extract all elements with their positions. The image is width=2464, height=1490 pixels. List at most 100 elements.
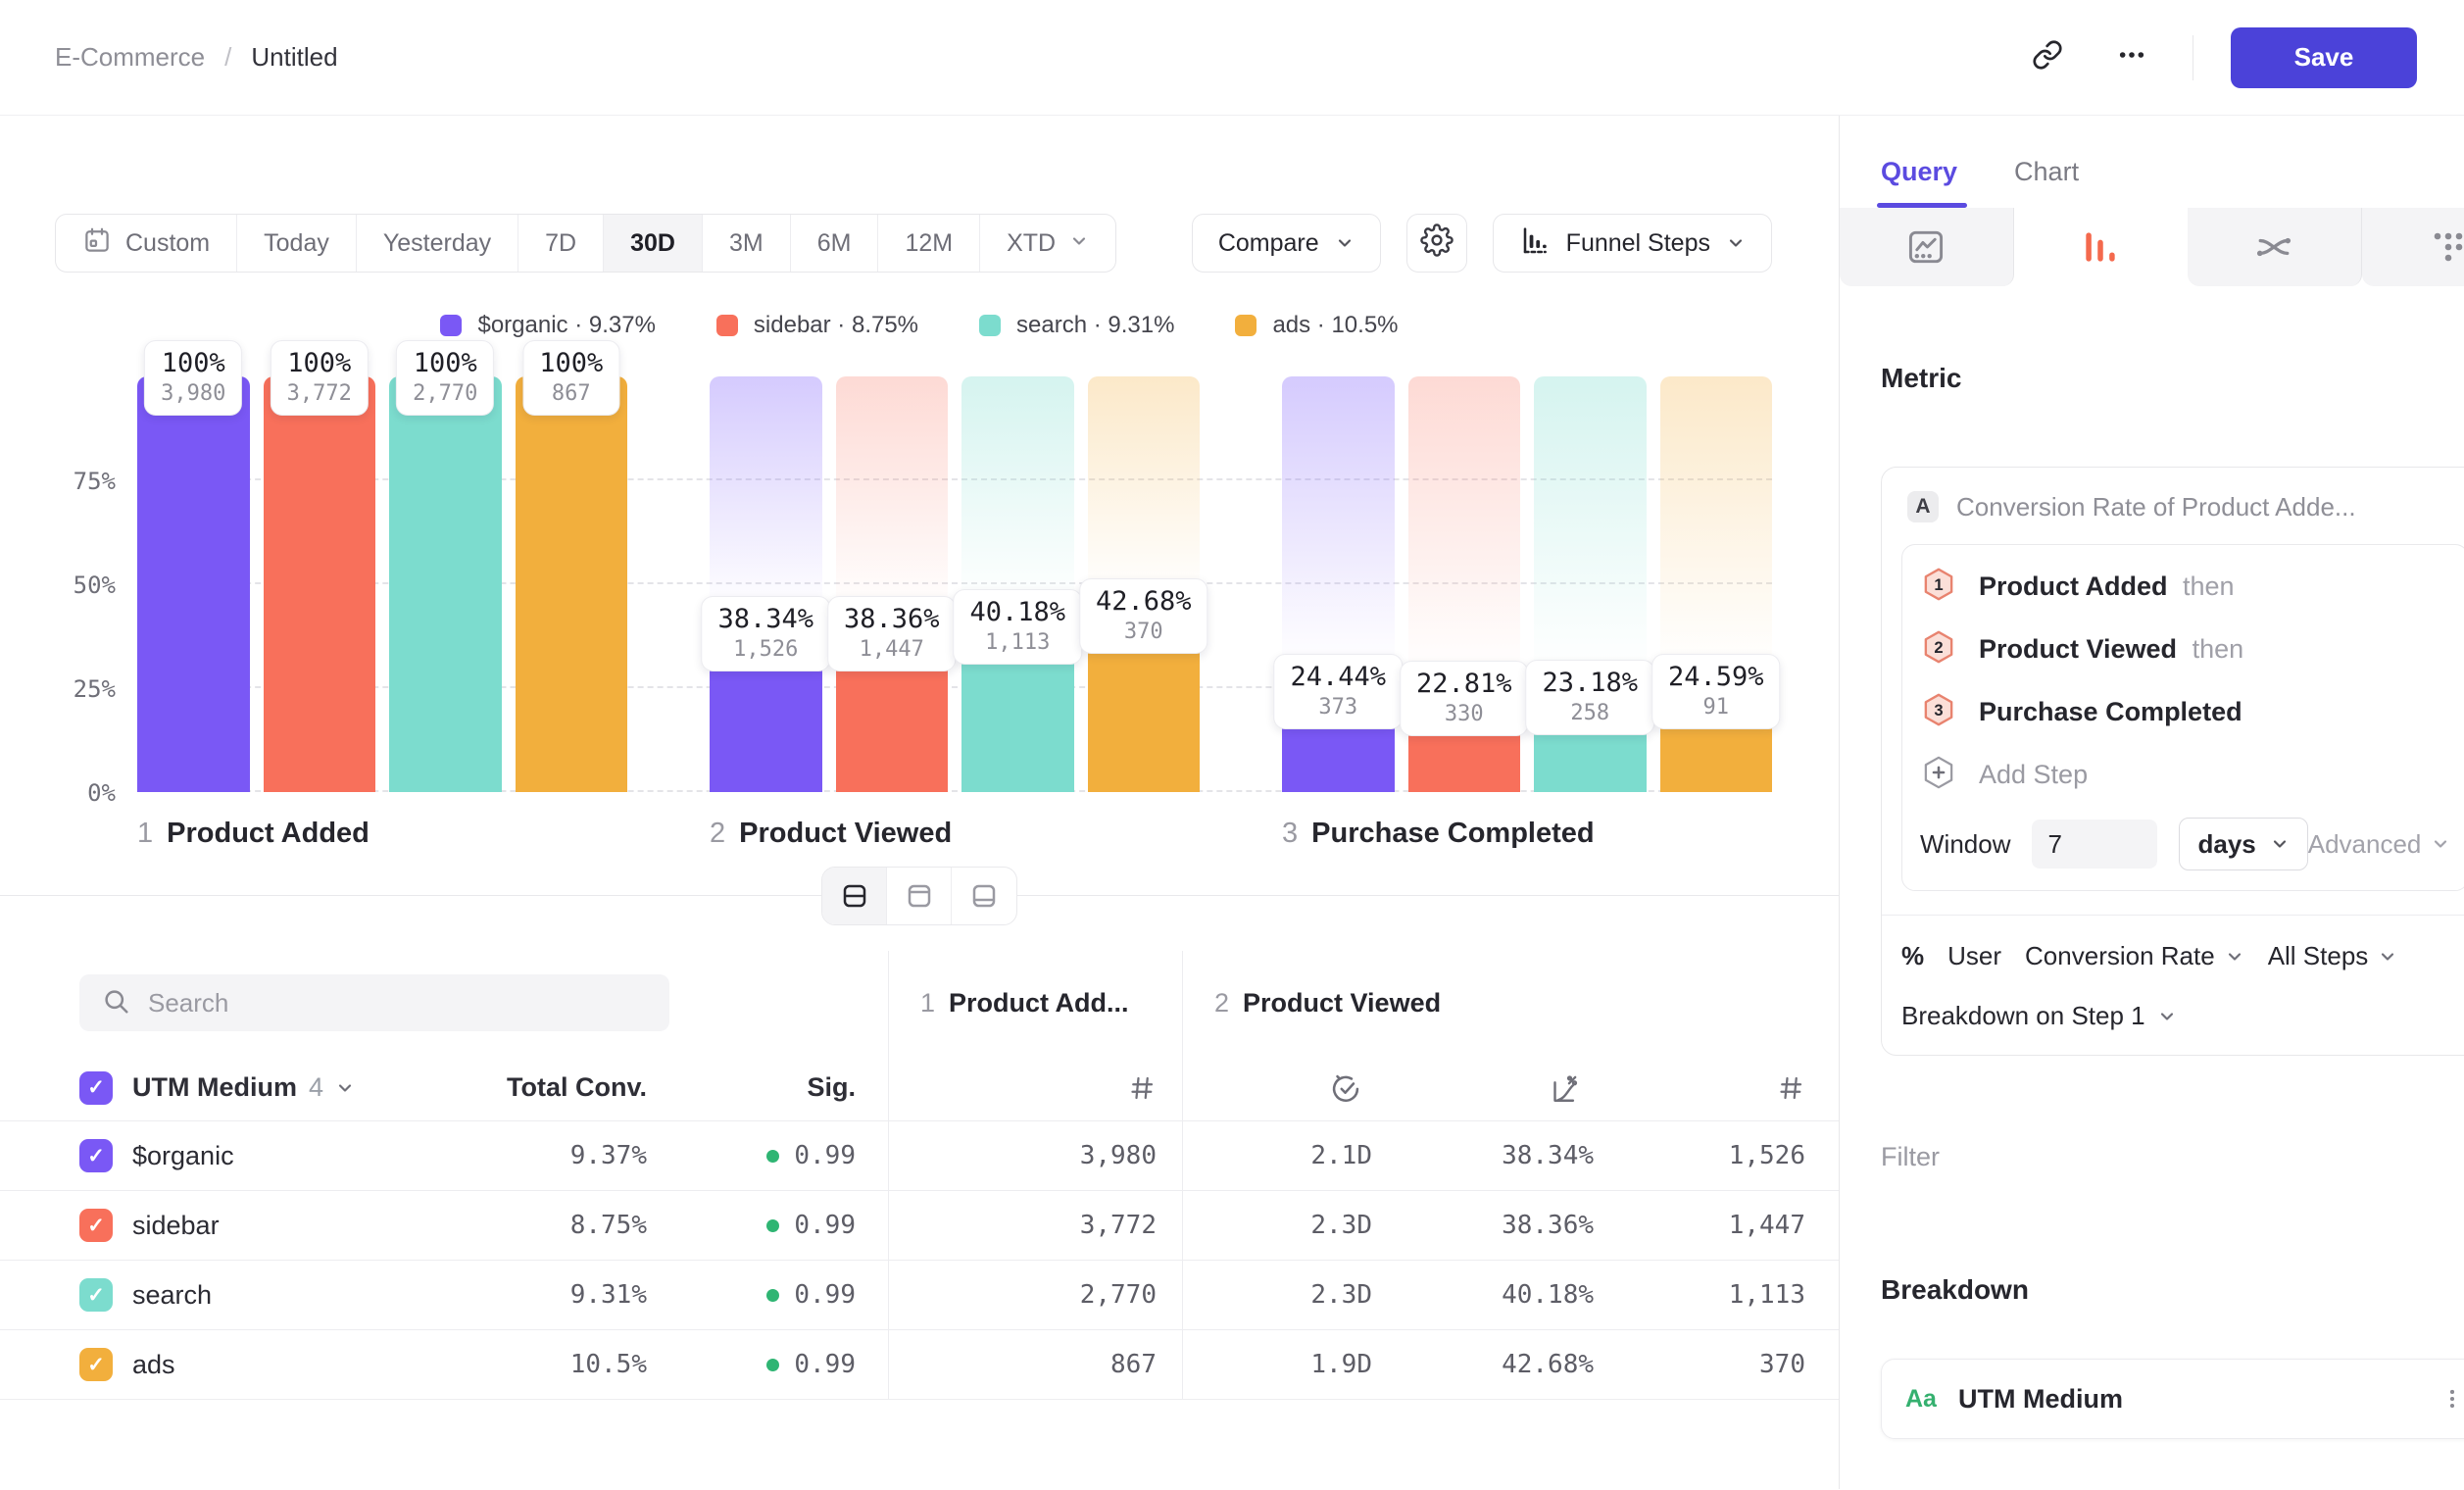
percent-icon: % xyxy=(1901,941,1924,971)
report-type-retention[interactable] xyxy=(2362,208,2464,286)
range-tab-7d[interactable]: 7D xyxy=(518,215,604,272)
funnel-bar-sidebar[interactable]: 38.36%1,447 xyxy=(836,376,949,792)
row-step1-count: 867 xyxy=(888,1330,1182,1399)
search-icon xyxy=(101,986,130,1020)
breakdown-on-selector[interactable]: Breakdown on Step 1 xyxy=(1901,1001,2464,1031)
breadcrumb: E-Commerce / Untitled xyxy=(55,42,338,73)
row-name: sidebar xyxy=(132,1211,220,1241)
card-divider xyxy=(1882,915,2464,916)
ghost-bar xyxy=(1660,376,1773,690)
advanced-toggle[interactable]: Advanced xyxy=(2308,829,2451,860)
avg-time-icon[interactable] xyxy=(1182,1055,1372,1120)
range-tab-6m[interactable]: 6M xyxy=(791,215,879,272)
select-all-checkbox[interactable]: ✓ xyxy=(79,1071,113,1105)
query-step-2[interactable]: 2Product Viewed then xyxy=(1920,618,2450,680)
breakdown-item-menu[interactable] xyxy=(2439,1386,2464,1412)
breakdown-column-header[interactable]: UTM Medium 4 xyxy=(132,1072,355,1103)
chart-settings-button[interactable] xyxy=(1406,214,1467,273)
funnel-bar-search[interactable]: 100%2,770 xyxy=(389,376,502,792)
panel-tab-chart[interactable]: Chart xyxy=(2014,155,2079,208)
add-step-button[interactable]: Add Step xyxy=(1920,743,2450,806)
bar-value-label: 24.44%373 xyxy=(1273,654,1403,729)
range-tab-30d[interactable]: 30D xyxy=(604,215,703,272)
row-checkbox[interactable]: ✓ xyxy=(79,1139,113,1172)
range-tab-yesterday[interactable]: Yesterday xyxy=(357,215,518,272)
table-row[interactable]: ✓sidebar8.75%0.993,7722.3D38.36%1,447 xyxy=(0,1191,1839,1261)
bar-groups: 100%3,980100%3,772100%2,770100%867 38.34%… xyxy=(137,376,1772,792)
view-toggle-split-horizontal[interactable] xyxy=(822,868,887,924)
table-search[interactable] xyxy=(79,974,669,1031)
funnel-bar-search[interactable]: 40.18%1,113 xyxy=(961,376,1074,792)
split-horizontal-icon xyxy=(839,881,870,911)
window-value-input[interactable] xyxy=(2032,820,2157,869)
table-row[interactable]: ✓ads10.5%0.998671.9D42.68%370 xyxy=(0,1330,1839,1400)
insights-icon xyxy=(1904,225,1947,269)
legend-item[interactable]: ads · 10.5% xyxy=(1235,312,1398,339)
legend-item[interactable]: $organic · 9.37% xyxy=(440,312,655,339)
range-tab-3m[interactable]: 3M xyxy=(703,215,791,272)
bar-value-label: 24.59%91 xyxy=(1651,654,1781,729)
steps-scope-selector[interactable]: All Steps xyxy=(2268,941,2398,971)
report-type-flows[interactable] xyxy=(2188,208,2362,286)
view-toggle-chart-only[interactable] xyxy=(887,868,952,924)
funnel-bar-search[interactable]: 23.18%258 xyxy=(1534,376,1647,792)
legend-item[interactable]: sidebar · 8.75% xyxy=(716,312,918,339)
measurement-selector[interactable]: Conversion Rate xyxy=(2025,941,2244,971)
chevron-down-icon xyxy=(1069,231,1089,251)
funnel-bar-sidebar[interactable]: 22.81%330 xyxy=(1408,376,1521,792)
chevron-down-icon xyxy=(1726,233,1746,253)
row-sig: 0.99 xyxy=(647,1191,888,1260)
legend-item[interactable]: search · 9.31% xyxy=(979,312,1174,339)
window-unit-select[interactable]: days xyxy=(2179,818,2307,870)
query-step-1[interactable]: 1Product Added then xyxy=(1920,555,2450,618)
row-checkbox[interactable]: ✓ xyxy=(79,1348,113,1381)
metric-title[interactable]: Conversion Rate of Product Adde... xyxy=(1956,492,2356,522)
view-toggle-table-only[interactable] xyxy=(952,868,1016,924)
retention-icon xyxy=(2427,225,2464,269)
date-range-tabs: CustomTodayYesterday7D30D3M6M12MXTD xyxy=(55,214,1116,273)
y-tick-label: 25% xyxy=(55,675,116,703)
breakdown-item[interactable]: Aa UTM Medium xyxy=(1881,1359,2464,1439)
share-link-button[interactable] xyxy=(2024,34,2071,81)
conv-rate-icon[interactable] xyxy=(1372,1055,1594,1120)
funnel-bar-$organic[interactable]: 24.44%373 xyxy=(1282,376,1395,792)
bar-value-label: 23.18%258 xyxy=(1525,660,1654,735)
sig-header[interactable]: Sig. xyxy=(647,1055,888,1120)
funnel-bar-ads[interactable]: 24.59%91 xyxy=(1660,376,1773,792)
table-row[interactable]: ✓search9.31%0.992,7702.3D40.18%1,113 xyxy=(0,1261,1839,1330)
step-group: 38.34%1,52638.36%1,44740.18%1,11342.68%3… xyxy=(710,376,1200,792)
row-checkbox[interactable]: ✓ xyxy=(79,1278,113,1312)
panel-tab-query[interactable]: Query xyxy=(1881,155,1957,208)
report-type-insights[interactable] xyxy=(1840,208,2014,286)
y-tick-label: 75% xyxy=(55,468,116,495)
more-options-button[interactable] xyxy=(2108,34,2155,81)
search-input[interactable] xyxy=(148,988,618,1018)
funnel-bar-sidebar[interactable]: 100%3,772 xyxy=(264,376,376,792)
count-icon[interactable] xyxy=(1594,1055,1840,1120)
funnel-bar-ads[interactable]: 42.68%370 xyxy=(1088,376,1201,792)
funnel-bar-$organic[interactable]: 100%3,980 xyxy=(137,376,250,792)
report-type-funnel[interactable] xyxy=(2014,208,2188,286)
ghost-bar xyxy=(710,376,822,632)
row-checkbox[interactable]: ✓ xyxy=(79,1209,113,1242)
table-row[interactable]: ✓$organic9.37%0.993,9802.1D38.34%1,526 xyxy=(0,1121,1839,1191)
funnel-bar-$organic[interactable]: 38.34%1,526 xyxy=(710,376,822,792)
layout-view-toggle xyxy=(821,867,1017,925)
breadcrumb-project[interactable]: E-Commerce xyxy=(55,42,205,73)
chart-type-selector[interactable]: Funnel Steps xyxy=(1493,214,1772,273)
total-conv-header[interactable]: Total Conv. xyxy=(451,1055,647,1120)
range-tab-today[interactable]: Today xyxy=(237,215,357,272)
breadcrumb-report-title[interactable]: Untitled xyxy=(251,42,337,73)
query-step-3[interactable]: 3Purchase Completed xyxy=(1920,680,2450,743)
range-tab-custom[interactable]: Custom xyxy=(56,215,237,272)
report-canvas: CustomTodayYesterday7D30D3M6M12MXTD Comp… xyxy=(0,116,1840,1489)
compare-button[interactable]: Compare xyxy=(1192,214,1381,273)
entity-selector[interactable]: User xyxy=(1947,941,2001,971)
save-button[interactable]: Save xyxy=(2231,27,2417,88)
range-tab-12m[interactable]: 12M xyxy=(878,215,980,272)
funnel-bar-ads[interactable]: 100%867 xyxy=(516,376,628,792)
flows-icon xyxy=(2252,225,2295,269)
range-tab-xtd[interactable]: XTD xyxy=(980,215,1115,272)
row-step2-time: 1.9D xyxy=(1182,1330,1372,1399)
count-icon[interactable] xyxy=(888,1055,1182,1120)
